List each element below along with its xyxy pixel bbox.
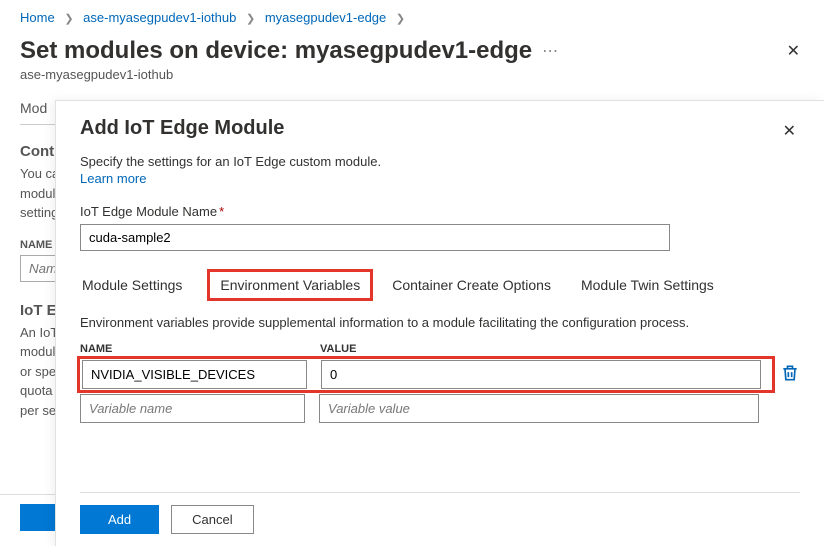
panel-desc: Specify the settings for an IoT Edge cus… (80, 154, 800, 169)
chevron-right-icon: ❯ (64, 13, 73, 25)
module-name-label: IoT Edge Module Name* (80, 204, 800, 219)
env-section-desc: Environment variables provide supplement… (80, 313, 740, 333)
env-var-value-input[interactable] (321, 360, 761, 389)
tab-module-settings[interactable]: Module Settings (80, 271, 184, 299)
page-title: Set modules on device: myasegpudev1-edge (20, 37, 532, 65)
more-icon[interactable]: ⋯ (542, 41, 558, 61)
breadcrumb-device[interactable]: myasegpudev1-edge (265, 10, 386, 25)
required-indicator: * (219, 204, 224, 219)
add-button[interactable]: Add (80, 505, 159, 534)
delete-icon[interactable] (780, 363, 800, 383)
col-header-name: NAME (80, 343, 320, 355)
env-var-value-new-input[interactable] (319, 394, 759, 423)
close-button[interactable]: ✕ (783, 37, 804, 65)
learn-more-link[interactable]: Learn more (80, 171, 800, 186)
breadcrumb-iothub[interactable]: ase-myasegpudev1-iothub (83, 10, 236, 25)
env-row (80, 359, 772, 390)
panel-close-button[interactable]: ✕ (779, 117, 800, 145)
breadcrumb-home[interactable]: Home (20, 10, 55, 25)
tab-container-create-options[interactable]: Container Create Options (390, 271, 553, 299)
cancel-button[interactable]: Cancel (171, 505, 253, 534)
tab-environment-variables[interactable]: Environment Variables (210, 272, 370, 298)
module-name-input[interactable] (80, 224, 670, 251)
add-module-panel: Add IoT Edge Module ✕ Specify the settin… (55, 100, 824, 546)
env-var-name-new-input[interactable] (80, 394, 305, 423)
env-var-name-input[interactable] (82, 360, 307, 389)
panel-footer: Add Cancel (80, 492, 800, 546)
col-header-value: VALUE (320, 343, 760, 355)
breadcrumb: Home ❯ ase-myasegpudev1-iothub ❯ myasegp… (0, 0, 824, 29)
panel-title: Add IoT Edge Module (80, 117, 284, 140)
chevron-right-icon: ❯ (246, 13, 255, 25)
chevron-right-icon: ❯ (396, 13, 405, 25)
tab-module-twin-settings[interactable]: Module Twin Settings (579, 271, 716, 299)
env-row-empty (80, 394, 800, 423)
